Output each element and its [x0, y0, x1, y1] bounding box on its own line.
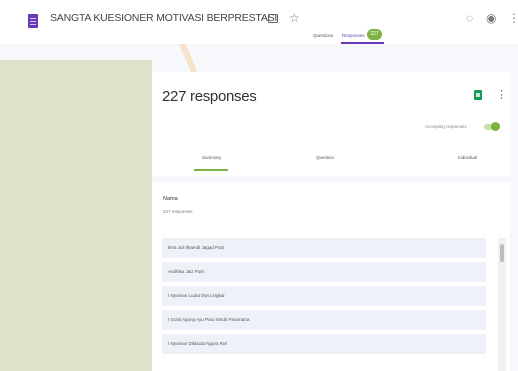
- palette-icon[interactable]: ◌: [466, 11, 473, 25]
- accepting-responses-toggle[interactable]: [484, 122, 500, 131]
- forms-doc-icon: [28, 14, 38, 28]
- answer-list: Ilma Juli Ilhamdi Jagad Putri Andhika Ja…: [162, 238, 492, 371]
- more-vert-icon[interactable]: ⋮: [496, 88, 507, 101]
- folder-icon[interactable]: [268, 14, 278, 23]
- active-subtab-indicator: [194, 169, 228, 171]
- tab-responses[interactable]: Responses: [342, 33, 365, 38]
- accepting-responses-label: Accepting responses: [425, 124, 467, 129]
- responses-summary-card: 227 responses ⋮ Accepting responses Summ…: [152, 72, 510, 176]
- tab-question[interactable]: Question: [316, 155, 334, 160]
- list-item: I Nyoman Ludra Dwi Lingkar: [162, 286, 486, 306]
- star-icon[interactable]: ☆: [289, 11, 300, 25]
- eye-icon[interactable]: ◉: [486, 11, 496, 25]
- list-item: I Gusti Agung Ayu Putu Ninda Paramarta: [162, 310, 486, 330]
- forms-app: SANGTA KUESIONER MOTIVASI BERPRESTASI ☆ …: [0, 0, 518, 371]
- tab-summary[interactable]: Summary: [202, 155, 221, 160]
- tab-individual[interactable]: Individual: [458, 155, 477, 160]
- list-item: I Nyoman Dikbuda Ngura Rivi: [162, 334, 486, 354]
- question-title: Nama: [163, 196, 178, 202]
- tab-questions[interactable]: Questions: [313, 33, 333, 38]
- top-header: SANGTA KUESIONER MOTIVASI BERPRESTASI ☆ …: [0, 0, 518, 44]
- responses-count-badge: 227: [367, 29, 382, 40]
- answer-list-scrollbar[interactable]: [498, 238, 506, 371]
- form-title[interactable]: SANGTA KUESIONER MOTIVASI BERPRESTASI: [50, 12, 277, 24]
- scrollbar-thumb[interactable]: [500, 244, 504, 262]
- active-tab-indicator: [341, 42, 384, 44]
- more-vert-icon[interactable]: ⋮: [508, 11, 518, 25]
- question-card: Nama 227 responses Ilma Juli Ilhamdi Jag…: [152, 182, 510, 371]
- sheets-icon[interactable]: [474, 90, 482, 100]
- list-item: Andhika Jaiz Putri: [162, 262, 486, 282]
- responses-count: 227 responses: [162, 88, 257, 105]
- list-item: Ilma Juli Ilhamdi Jagad Putri: [162, 238, 486, 258]
- question-response-count: 227 responses: [163, 209, 193, 214]
- left-panel: [0, 60, 152, 371]
